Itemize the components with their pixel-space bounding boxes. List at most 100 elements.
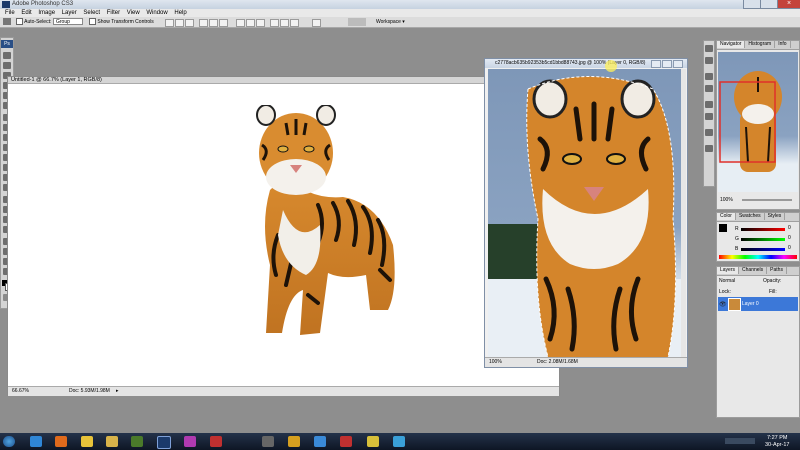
blue-slider[interactable] (741, 248, 785, 251)
distribute-bottom-icon[interactable] (256, 19, 265, 27)
system-tray[interactable] (725, 438, 755, 444)
tab-layers[interactable]: Layers (717, 267, 740, 274)
app-icon-yellow[interactable] (367, 436, 379, 447)
distribute-hcenter-icon[interactable] (280, 19, 289, 27)
menu-view[interactable]: View (127, 9, 140, 17)
document-status-bar: 100% Doc: 2.08M/1.68M (485, 357, 687, 367)
workspace-button[interactable]: Workspace ▾ (376, 18, 405, 26)
layer-row[interactable]: 👁 Layer 0 (718, 297, 798, 311)
green-value[interactable]: 0 (788, 235, 791, 241)
clone-source-icon[interactable] (705, 129, 713, 136)
align-top-icon[interactable] (165, 19, 174, 27)
navigator-zoom-slider[interactable] (742, 199, 792, 201)
auto-select-dropdown[interactable]: Group (53, 18, 83, 25)
menu-select[interactable]: Select (83, 9, 100, 17)
explorer-folder-icon[interactable] (106, 436, 118, 447)
menu-image[interactable]: Image (38, 9, 55, 17)
distribute-left-icon[interactable] (270, 19, 279, 27)
move-tool-icon[interactable] (3, 18, 11, 25)
navigator-zoom-value[interactable]: 100% (720, 197, 733, 203)
marquee-tool-icon[interactable] (3, 62, 11, 69)
align-hcenter-icon[interactable] (209, 19, 218, 27)
doc-maximize-button[interactable] (662, 60, 672, 68)
bridge-icon[interactable] (348, 18, 366, 26)
move-tool-icon[interactable] (3, 52, 11, 59)
document-window-tiger-jpg[interactable]: c2778acb635b92353b5cd1bbd88743.jpg @ 100… (484, 58, 688, 368)
color-ramp[interactable] (719, 255, 797, 259)
distribute-top-icon[interactable] (236, 19, 245, 27)
tab-styles[interactable]: Styles (765, 213, 786, 220)
media-icon[interactable] (262, 436, 274, 447)
fill-label: Fill: (769, 289, 777, 295)
tab-navigator[interactable]: Navigator (717, 41, 746, 48)
layer-name[interactable]: Layer 0 (742, 301, 759, 307)
status-arrow-icon[interactable]: ▸ (116, 387, 119, 396)
doc-minimize-button[interactable] (651, 60, 661, 68)
tab-info[interactable]: Info (775, 41, 791, 48)
distribute-vcenter-icon[interactable] (246, 19, 255, 27)
tool-presets-icon[interactable] (705, 85, 713, 92)
dreamweaver-icon[interactable] (131, 436, 143, 447)
zoom-readout[interactable]: 66.67% (12, 387, 29, 396)
app-icon-flash[interactable] (340, 436, 352, 447)
close-button[interactable]: × (777, 0, 800, 9)
photoshop-app-icon (2, 1, 10, 8)
tab-paths[interactable]: Paths (767, 267, 787, 274)
actions-panel-icon[interactable] (705, 57, 713, 64)
menu-edit[interactable]: Edit (21, 9, 31, 17)
menu-file[interactable]: File (5, 9, 15, 17)
eye-icon[interactable]: 👁 (719, 301, 727, 308)
menu-help[interactable]: Help (174, 9, 186, 17)
show-transform-checkbox[interactable] (89, 18, 96, 26)
align-vcenter-icon[interactable] (175, 19, 184, 27)
menu-window[interactable]: Window (146, 9, 167, 17)
doc-close-button[interactable] (673, 60, 683, 68)
blue-label: B (735, 246, 739, 252)
workspace-label: Workspace (376, 19, 401, 25)
start-button-icon[interactable] (3, 436, 15, 447)
chrome-icon[interactable] (81, 436, 93, 447)
navigator-panel: Navigator Histogram Info 100% (716, 40, 800, 210)
app-icon-blue[interactable] (314, 436, 326, 447)
blend-mode-dropdown[interactable]: Normal (719, 278, 735, 284)
tab-channels[interactable]: Channels (739, 267, 768, 274)
app-icon-gold[interactable] (288, 436, 300, 447)
internet-explorer-icon[interactable] (30, 436, 42, 447)
navigator-thumbnail[interactable] (718, 52, 798, 192)
app-icon-cyan[interactable] (393, 436, 405, 447)
red-value[interactable]: 0 (788, 225, 791, 231)
menu-filter[interactable]: Filter (107, 9, 120, 17)
tiger-cutout-image (256, 105, 395, 335)
align-right-icon[interactable] (219, 19, 228, 27)
firefox-icon[interactable] (55, 436, 67, 447)
minimize-button[interactable] (743, 0, 761, 9)
menu-layer[interactable]: Layer (62, 9, 77, 17)
paragraph-panel-icon[interactable] (705, 113, 713, 120)
history-panel-icon[interactable] (705, 45, 713, 52)
maximize-button[interactable] (760, 0, 778, 9)
app-icon-purple[interactable] (184, 436, 196, 447)
green-slider[interactable] (741, 238, 785, 241)
tiger-photo-canvas[interactable] (488, 69, 681, 357)
windows-taskbar: 7:27 PM 30-Apr-17 (0, 433, 800, 450)
character-panel-icon[interactable] (705, 101, 713, 108)
foreground-color-swatch[interactable] (719, 224, 727, 232)
clock[interactable]: 7:27 PM 30-Apr-17 (765, 435, 789, 448)
distribute-right-icon[interactable] (290, 19, 299, 27)
layer-comps-icon[interactable] (705, 145, 713, 152)
brushes-panel-icon[interactable] (705, 73, 713, 80)
auto-select-checkbox[interactable] (16, 18, 23, 26)
photoshop-taskbar-icon[interactable] (157, 436, 171, 449)
vertical-scrollbar[interactable] (681, 69, 686, 357)
tab-histogram[interactable]: Histogram (745, 41, 776, 48)
zoom-readout[interactable]: 100% (489, 358, 502, 367)
blue-value[interactable]: 0 (788, 245, 791, 251)
red-slider[interactable] (741, 228, 785, 231)
tab-color[interactable]: Color (717, 213, 736, 220)
auto-align-icon[interactable] (312, 19, 321, 27)
app-icon-red[interactable] (210, 436, 222, 447)
align-left-icon[interactable] (199, 19, 208, 27)
align-bottom-icon[interactable] (185, 19, 194, 27)
document-window-untitled[interactable]: Untitled-1 @ 66.7% (Layer 1, RGB/8) 66.6… (7, 76, 560, 396)
tab-swatches[interactable]: Swatches (736, 213, 765, 220)
